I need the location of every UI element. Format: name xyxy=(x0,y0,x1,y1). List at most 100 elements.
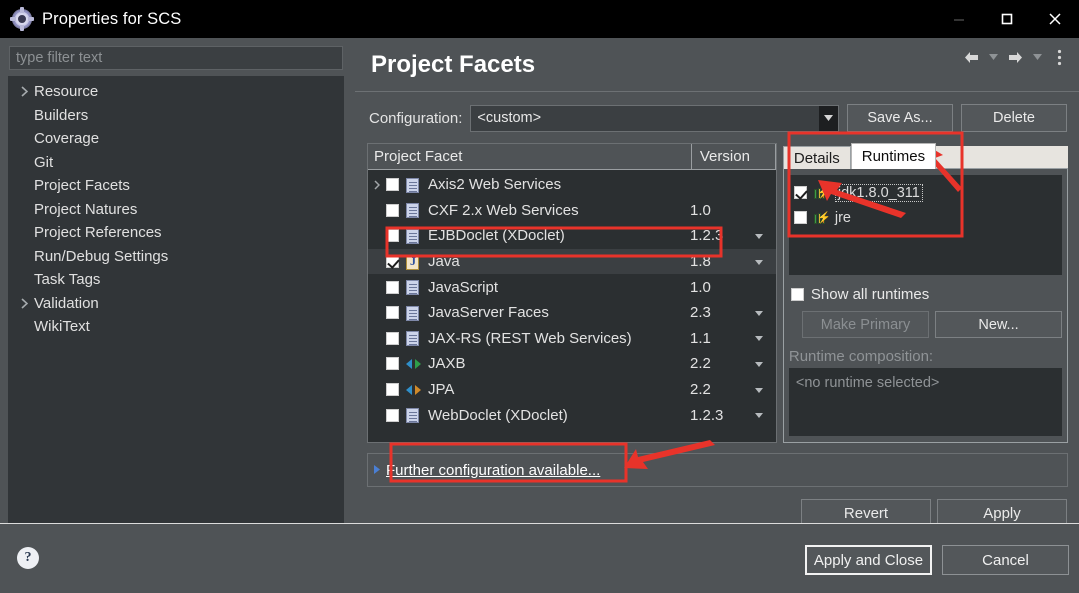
chevron-right-icon[interactable] xyxy=(16,86,32,97)
make-primary-button[interactable]: Make Primary xyxy=(802,311,929,338)
sidebar-item-validation[interactable]: Validation xyxy=(8,292,344,316)
runtime-list-item[interactable]: ⚡ jdk1.8.0_311 xyxy=(793,180,1061,205)
runtime-books-icon: ⚡ xyxy=(813,211,831,225)
show-all-runtimes-checkbox[interactable] xyxy=(790,288,804,301)
close-icon[interactable] xyxy=(1031,0,1079,38)
dialog-footer: ? Apply and Close Cancel xyxy=(0,523,1079,593)
main-header: Project Facets xyxy=(355,38,1079,92)
facet-name: JAX-RS (REST Web Services) xyxy=(428,329,632,347)
cancel-button[interactable]: Cancel xyxy=(942,545,1069,575)
sidebar-item-label: Project References xyxy=(34,224,162,242)
sidebar-item-project-references[interactable]: Project References xyxy=(8,221,344,245)
runtime-checkbox[interactable] xyxy=(793,211,807,224)
version-dropdown-icon[interactable] xyxy=(755,359,763,369)
table-row[interactable]: JAX-RS (REST Web Services) 1.1 xyxy=(368,326,776,352)
apply-and-close-label: Apply and Close xyxy=(813,551,924,569)
sidebar-item-label: Validation xyxy=(34,294,99,312)
doc-icon xyxy=(406,177,421,193)
tab-details[interactable]: Details xyxy=(782,146,851,169)
table-row[interactable]: WebDoclet (XDoclet) 1.2.3 xyxy=(368,402,776,428)
table-row[interactable]: JPA 2.2 xyxy=(368,377,776,403)
sidebar-item-wikitext[interactable]: WikiText xyxy=(8,315,344,339)
facet-version: 1.0 xyxy=(690,201,711,219)
back-dropdown-icon[interactable] xyxy=(985,46,1001,68)
sidebar-item-project-facets[interactable]: Project Facets xyxy=(8,174,344,198)
configuration-combo[interactable]: <custom> xyxy=(470,104,839,132)
sidebar-item-git[interactable]: Git xyxy=(8,151,344,175)
runtime-checkbox[interactable] xyxy=(793,186,807,199)
facet-checkbox[interactable] xyxy=(386,408,399,422)
back-arrow-icon[interactable] xyxy=(959,46,983,68)
version-dropdown-icon[interactable] xyxy=(755,231,763,241)
table-row[interactable]: Java 1.8 xyxy=(368,248,776,275)
chevron-right-icon[interactable] xyxy=(368,180,386,190)
table-row[interactable]: JavaScript 1.0 xyxy=(368,274,776,300)
version-dropdown-icon[interactable] xyxy=(755,308,763,318)
filter-input[interactable]: type filter text xyxy=(9,46,343,70)
facet-name: WebDoclet (XDoclet) xyxy=(428,406,568,424)
sidebar-item-label: Task Tags xyxy=(34,271,101,289)
delete-button[interactable]: Delete xyxy=(961,104,1067,132)
facet-version: 1.2.3 xyxy=(690,227,724,245)
facet-checkbox[interactable] xyxy=(386,280,399,294)
table-row[interactable]: JavaServer Faces 2.3 xyxy=(368,300,776,326)
column-header-facet[interactable]: Project Facet xyxy=(368,144,692,170)
version-dropdown-icon[interactable] xyxy=(755,333,763,343)
sidebar-item-coverage[interactable]: Coverage xyxy=(8,127,344,151)
table-row[interactable]: EJBDoclet (XDoclet) 1.2.3 xyxy=(368,223,776,249)
maximize-icon[interactable] xyxy=(983,0,1031,38)
facet-checkbox[interactable] xyxy=(386,383,399,397)
java-icon xyxy=(406,254,421,270)
facet-checkbox[interactable] xyxy=(386,306,399,320)
further-configuration-bar: Further configuration available... xyxy=(367,453,1068,487)
runtime-buttons: Make Primary New... xyxy=(789,311,1062,338)
facet-checkbox[interactable] xyxy=(386,203,399,217)
view-menu-icon[interactable] xyxy=(1047,46,1071,68)
facet-version: 1.8 xyxy=(690,253,711,271)
help-question-icon[interactable]: ? xyxy=(17,547,39,569)
facet-table: Project Facet Version Axis2 Web Services… xyxy=(367,143,777,443)
save-as-button[interactable]: Save As... xyxy=(847,104,953,132)
delete-label: Delete xyxy=(993,110,1035,126)
facet-checkbox[interactable] xyxy=(386,331,399,345)
version-dropdown-icon[interactable] xyxy=(755,385,763,395)
table-row[interactable]: JAXB 2.2 xyxy=(368,351,776,377)
facet-name: JAXB xyxy=(428,355,466,373)
sidebar-item-builders[interactable]: Builders xyxy=(8,104,344,128)
table-row[interactable]: Axis2 Web Services xyxy=(368,172,776,198)
sidebar-item-task-tags[interactable]: Task Tags xyxy=(8,268,344,292)
tab-runtimes[interactable]: Runtimes xyxy=(850,143,937,169)
facet-checkbox[interactable] xyxy=(386,229,399,243)
arrows-green-icon xyxy=(406,356,421,372)
column-header-version[interactable]: Version xyxy=(691,144,776,170)
forward-arrow-icon[interactable] xyxy=(1003,46,1027,68)
sidebar-item-resource[interactable]: Resource xyxy=(8,80,344,104)
sidebar-item-project-natures[interactable]: Project Natures xyxy=(8,198,344,222)
new-runtime-button[interactable]: New... xyxy=(935,311,1062,338)
save-as-label: Save As... xyxy=(867,110,933,126)
forward-dropdown-icon[interactable] xyxy=(1029,46,1045,68)
settings-sidebar: type filter text Resource Builders Coverag… xyxy=(0,38,352,523)
facet-table-header: Project Facet Version xyxy=(368,144,776,170)
facet-checkbox[interactable] xyxy=(386,357,399,371)
version-dropdown-icon[interactable] xyxy=(755,410,763,420)
chevron-down-icon[interactable] xyxy=(819,105,838,131)
runtime-composition-box: <no runtime selected> xyxy=(788,368,1062,436)
further-configuration-link[interactable]: Further configuration available... xyxy=(386,462,600,479)
minimize-icon[interactable] xyxy=(935,0,983,38)
facet-checkbox[interactable] xyxy=(386,255,399,269)
facet-name: Java xyxy=(428,253,460,271)
runtime-label: jdk1.8.0_311 xyxy=(834,183,923,202)
runtimes-tab-content: ⚡ jdk1.8.0_311 ⚡ jre Show all runtimes Make… xyxy=(782,169,1068,443)
sidebar-item-label: Project Natures xyxy=(34,200,138,218)
table-row[interactable]: CXF 2.x Web Services 1.0 xyxy=(368,198,776,224)
configuration-row: Configuration: <custom> Save As... Delet… xyxy=(355,92,1079,132)
runtime-list-item[interactable]: ⚡ jre xyxy=(793,205,1061,230)
show-all-runtimes-label: Show all runtimes xyxy=(810,286,930,303)
chevron-right-icon[interactable] xyxy=(16,298,32,309)
version-dropdown-icon[interactable] xyxy=(755,257,763,267)
show-all-runtimes-row[interactable]: Show all runtimes xyxy=(789,286,1062,303)
apply-and-close-button[interactable]: Apply and Close xyxy=(805,545,932,575)
sidebar-item-run-debug-settings[interactable]: Run/Debug Settings xyxy=(8,245,344,269)
facet-checkbox[interactable] xyxy=(386,178,399,192)
